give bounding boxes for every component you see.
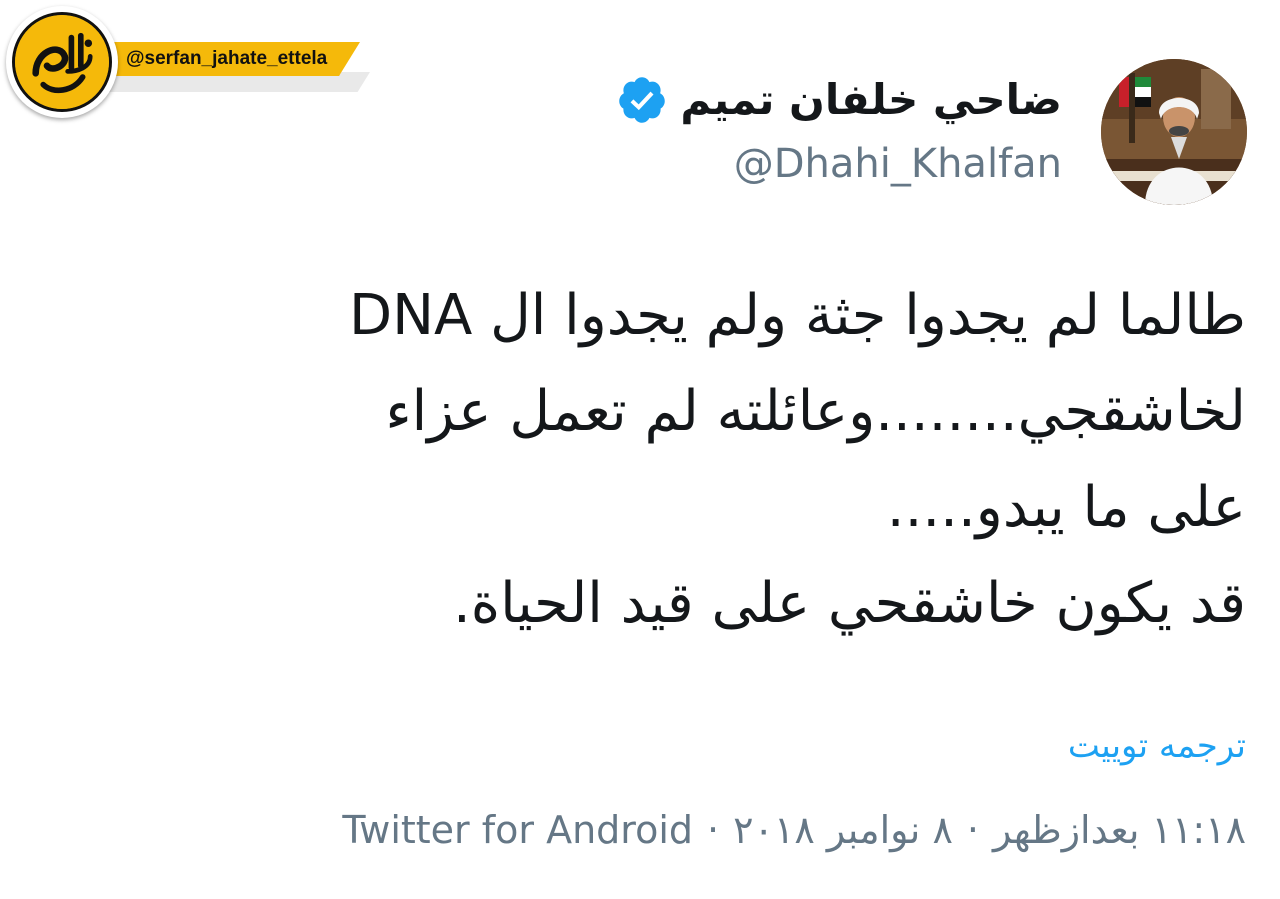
watermark-logo-icon: [12, 12, 112, 112]
tweet-screenshot: @serfan_jahate_ettela ضاحي خلفان تميم @D…: [0, 0, 1280, 899]
profile-photo-icon: [1101, 59, 1247, 205]
tweet-line: قد يكون خاشقحي على قيد الحياة.: [452, 571, 1246, 636]
display-name[interactable]: ضاحي خلفان تميم: [680, 72, 1062, 128]
tweet-text: طالما لم يجدوا جثة ولم يجدوا ال DNA لخاش…: [86, 268, 1246, 652]
translate-tweet-link[interactable]: ترجمه توییت: [1068, 722, 1246, 770]
meta-separator: ·: [966, 808, 979, 852]
avatar[interactable]: [1101, 59, 1247, 205]
watermark-handle: @serfan_jahate_ettela: [126, 48, 328, 69]
tweet-source-link[interactable]: Twitter for Android: [342, 802, 693, 858]
tweet-line: طالما لم يجدوا جثة ولم يجدوا ال DNA: [348, 283, 1246, 348]
display-name-row[interactable]: ضاحي خلفان تميم: [616, 72, 1062, 128]
tweet-line: على ما يبدو.....: [886, 475, 1246, 540]
tweet-meta: ۱۱:۱۸ بعدازظهر · ۸ نوامبر ۲۰۱۸ · Twitter…: [342, 802, 1246, 858]
tweet-time[interactable]: ۱۱:۱۸ بعدازظهر: [993, 802, 1246, 858]
tweet-line: لخاشقجي........وعائلته لم تعمل عزاء: [385, 379, 1246, 444]
tweet-date[interactable]: ۸ نوامبر ۲۰۱۸: [733, 802, 953, 858]
meta-separator: ·: [707, 808, 720, 852]
user-handle[interactable]: @Dhahi_Khalfan: [734, 138, 1062, 190]
verified-badge-icon: [616, 74, 668, 126]
